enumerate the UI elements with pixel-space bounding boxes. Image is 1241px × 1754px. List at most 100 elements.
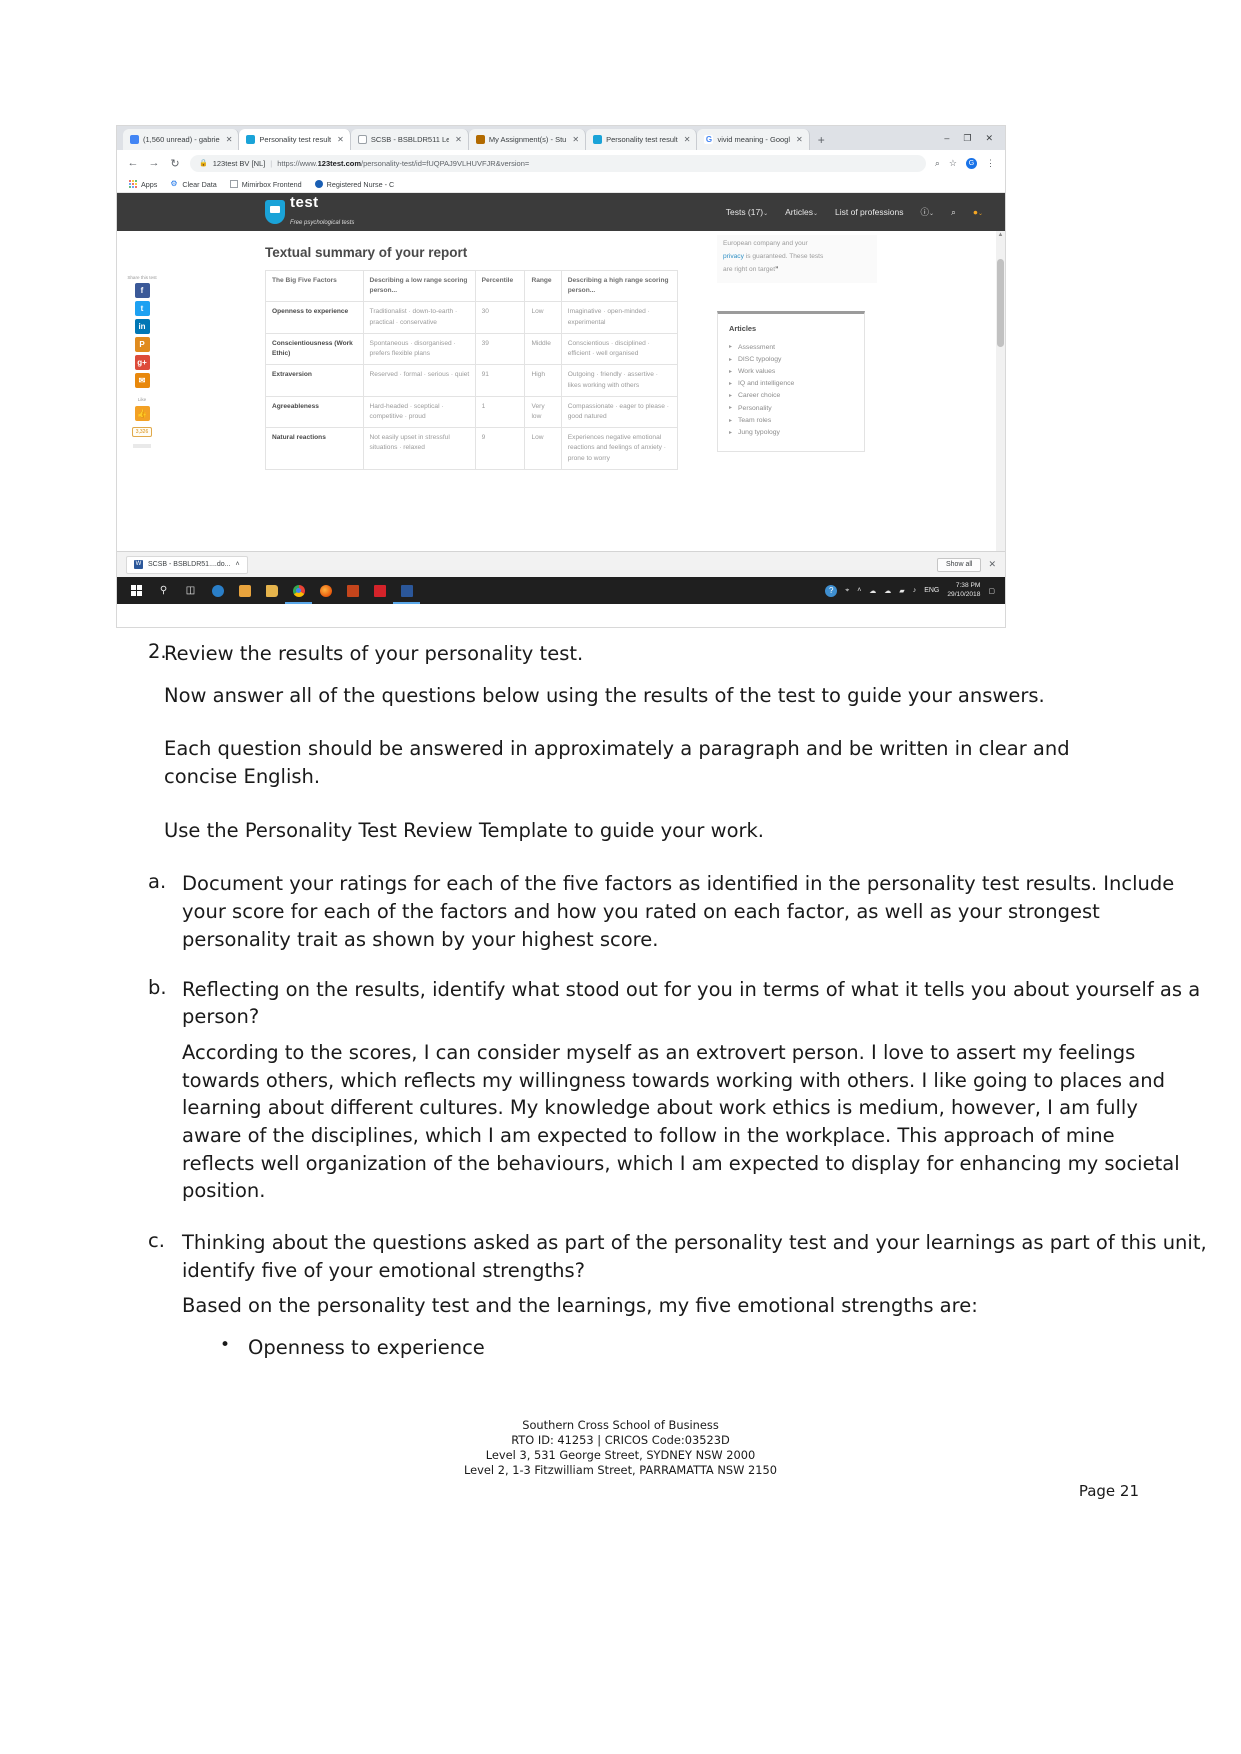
firefox-icon[interactable] xyxy=(312,577,339,604)
network-icon[interactable]: ▰ xyxy=(899,587,904,595)
avatar[interactable]: G xyxy=(966,157,977,169)
help-icon[interactable]: ? xyxy=(825,584,838,597)
mail-icon xyxy=(130,135,139,144)
forward-button[interactable]: → xyxy=(148,157,160,169)
close-icon[interactable]: ✕ xyxy=(684,135,691,144)
nav-item-info[interactable]: ⓘ⌄ xyxy=(921,206,935,218)
cloud-icon[interactable]: ☁ xyxy=(869,587,876,595)
privacy-link[interactable]: privacy xyxy=(723,253,744,260)
user-account-icon[interactable]: ●⌄ xyxy=(973,207,983,217)
close-icon[interactable]: ✕ xyxy=(796,135,803,144)
scrollbar-thumb[interactable] xyxy=(997,259,1004,347)
task-view-icon[interactable]: ◫ xyxy=(177,577,204,604)
minimize-button[interactable]: – xyxy=(944,133,949,143)
123test-icon xyxy=(246,135,256,144)
tab-label: My Assignment(s) - Stu xyxy=(488,135,567,144)
browser-tab[interactable]: SCSB - BSBLDR511 Lea ✕ xyxy=(350,129,469,150)
list-marker: a. xyxy=(148,870,167,894)
browser-tab-active[interactable]: Personality test result ✕ xyxy=(239,129,351,150)
cell-percentile: 91 xyxy=(474,364,526,397)
browser-tab[interactable]: (1,560 unread) - gabrie ✕ xyxy=(123,129,240,150)
maximize-button[interactable]: ❐ xyxy=(963,133,971,144)
cell-factor: Agreeableness xyxy=(265,395,364,429)
word-icon[interactable] xyxy=(393,577,420,604)
notifications-icon[interactable]: ▢ xyxy=(988,587,995,595)
chevron-up-icon[interactable]: ˄ xyxy=(857,587,861,594)
chevron-up-icon[interactable]: ˄ xyxy=(235,561,239,568)
close-downloads-icon[interactable]: ✕ xyxy=(988,559,996,570)
store-icon[interactable] xyxy=(231,577,258,604)
cell-factor: Openness to experience xyxy=(265,301,364,334)
onedrive-icon[interactable]: ☁ xyxy=(884,587,891,595)
nav-item-professions[interactable]: List of professions xyxy=(835,207,904,217)
thumbs-up-icon[interactable]: 👍 xyxy=(134,405,150,421)
edge-icon[interactable] xyxy=(204,577,231,604)
bookmark-registered-nurse[interactable]: Registered Nurse - C xyxy=(314,180,394,189)
close-window-button[interactable]: ✕ xyxy=(985,133,993,144)
site-logo[interactable]: test Free psychological tests xyxy=(265,195,354,229)
browser-tab[interactable]: Personality test result ✕ xyxy=(586,129,698,150)
site-navbar: test Free psychological tests Tests (17)… xyxy=(117,193,1005,231)
tab-label: vivid meaning - Googl xyxy=(717,135,791,144)
browser-tab[interactable]: G vivid meaning - Googl ✕ xyxy=(697,129,810,150)
chevron-down-icon: ⌄ xyxy=(977,211,983,217)
new-tab-button[interactable]: + xyxy=(810,131,833,150)
powerpoint-icon[interactable] xyxy=(339,577,366,604)
article-link[interactable]: Personality xyxy=(729,402,853,414)
browser-toolbar: ← → ↻ 🔒 123test BV [NL] | https://www.12… xyxy=(117,150,1005,176)
chrome-icon[interactable] xyxy=(285,577,312,604)
bookmark-label: Mimirbox Frontend xyxy=(241,179,302,189)
twitter-share-icon[interactable]: t xyxy=(134,301,150,317)
scroll-up-arrow[interactable]: ▲ xyxy=(996,231,1005,240)
close-icon[interactable]: ✕ xyxy=(337,135,344,144)
search-icon[interactable]: ⌕ xyxy=(935,158,940,169)
bookmark-clear-data[interactable]: ⚙ Clear Data xyxy=(170,180,216,189)
search-icon[interactable]: ⌕ xyxy=(951,207,956,218)
show-all-downloads-button[interactable]: Show all xyxy=(936,557,982,572)
table-row: Agreeableness Hard-headed · sceptical · … xyxy=(265,395,679,429)
close-icon[interactable]: ✕ xyxy=(572,135,579,144)
big-five-table: The Big Five Factors Describing a low ra… xyxy=(265,269,679,470)
bookmark-mimirbox[interactable]: Mimirbox Frontend xyxy=(229,179,302,189)
clock[interactable]: 7:38 PM 29/10/2018 xyxy=(947,582,980,598)
googleplus-share-icon[interactable]: g+ xyxy=(134,355,150,371)
bookmark-star-icon[interactable]: ☆ xyxy=(949,158,957,169)
article-link[interactable]: Career choice xyxy=(729,390,853,402)
close-icon[interactable]: ✕ xyxy=(226,135,233,144)
pinterest-share-icon[interactable]: P xyxy=(134,337,150,353)
article-link[interactable]: Jung typology xyxy=(729,426,853,438)
facebook-share-icon[interactable]: f xyxy=(134,283,150,299)
language-indicator[interactable]: ENG xyxy=(924,587,939,594)
pin-icon[interactable]: ⌖ xyxy=(845,587,849,595)
article-link[interactable]: IQ and intelligence xyxy=(729,378,853,390)
article-link[interactable]: DISC typology xyxy=(729,353,853,365)
table-row: Extraversion Reserved · formal · serious… xyxy=(265,364,679,397)
address-bar[interactable]: 🔒 123test BV [NL] | https://www.123test.… xyxy=(190,154,926,172)
download-item[interactable]: W SCSB - BSBLDR51....do... ˄ xyxy=(126,555,248,574)
bookmark-apps[interactable]: Apps xyxy=(129,180,157,189)
nav-item-tests[interactable]: Tests (17)⌄ xyxy=(726,207,768,217)
articles-panel: Articles Assessment DISC typology Work v… xyxy=(717,311,865,452)
back-button[interactable]: ← xyxy=(127,157,139,169)
url-path: /personality-test/id=fUQPAJ9VLHUVFJR&ver… xyxy=(361,158,530,168)
reload-button[interactable]: ↻ xyxy=(169,157,181,170)
nav-item-articles[interactable]: Articles⌄ xyxy=(785,207,818,217)
acrobat-icon[interactable] xyxy=(366,577,393,604)
article-link[interactable]: Assessment xyxy=(729,341,853,353)
linkedin-share-icon[interactable]: in xyxy=(134,319,150,335)
search-icon[interactable]: ⚲ xyxy=(150,577,177,604)
omnibox-divider: | xyxy=(270,158,273,168)
tab-label: (1,560 unread) - gabrie xyxy=(143,135,220,144)
email-share-icon[interactable]: ✉ xyxy=(134,373,150,389)
page-scrollbar[interactable]: ▲ ▼ xyxy=(996,231,1005,551)
browser-menu-icon[interactable]: ⋮ xyxy=(986,158,995,169)
volume-icon[interactable]: ♪ xyxy=(913,587,917,594)
article-link[interactable]: Work values xyxy=(729,365,853,377)
close-icon[interactable]: ✕ xyxy=(455,135,462,144)
file-explorer-icon[interactable] xyxy=(258,577,285,604)
browser-tab[interactable]: My Assignment(s) - Stu ✕ xyxy=(468,129,587,150)
windows-start-icon[interactable] xyxy=(123,577,150,604)
cell-low: Not easily upset in stressful situations… xyxy=(362,427,476,470)
article-link[interactable]: Team roles xyxy=(729,414,853,426)
chevron-down-icon: ⌄ xyxy=(929,211,935,217)
